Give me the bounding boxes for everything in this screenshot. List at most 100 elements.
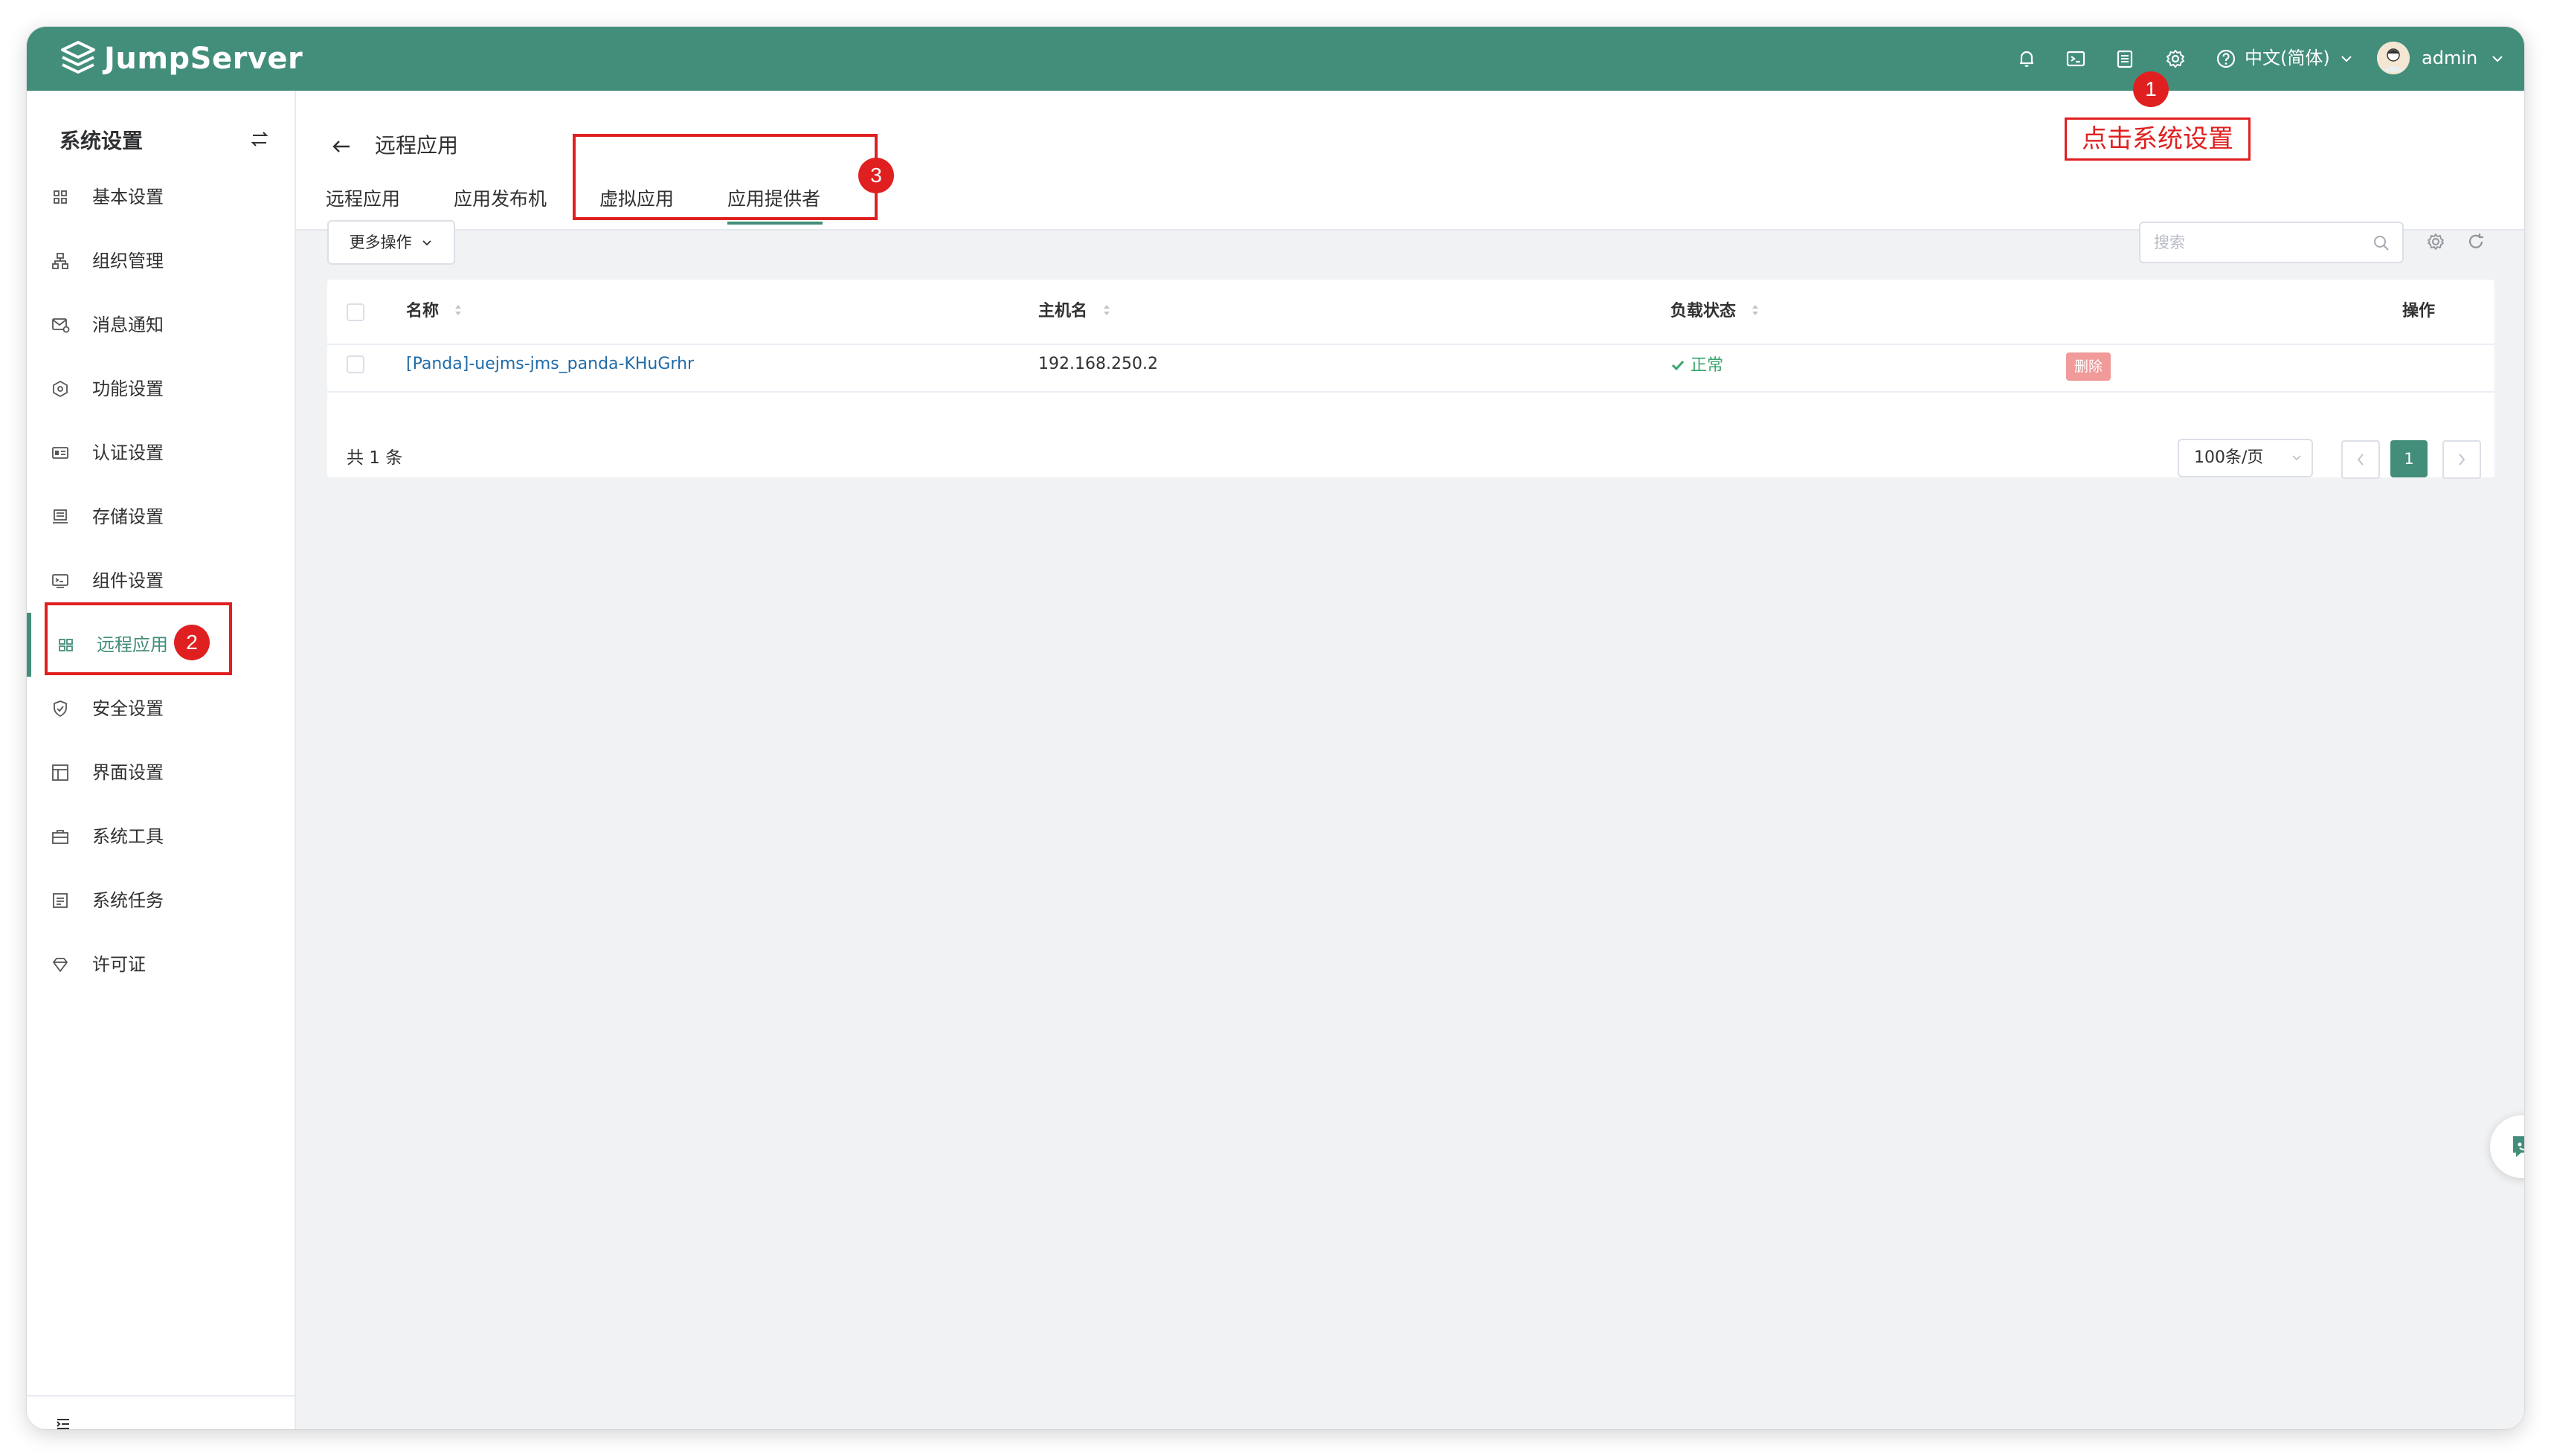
help-icon[interactable] [2212, 45, 2240, 73]
chevron-down-icon [422, 240, 431, 246]
sidebar-item-messages[interactable]: 消息通知 [27, 293, 295, 357]
search-placeholder: 搜索 [2154, 233, 2185, 251]
tab-remote-apps[interactable]: 远程应用 [326, 184, 400, 214]
brand-name[interactable]: JumpServer [104, 40, 303, 77]
message-icon [52, 318, 70, 333]
page-size-value: 100条/页 [2194, 448, 2264, 467]
sidebar-title: 系统设置 [59, 129, 144, 153]
sidebar-item-label: 许可证 [92, 954, 146, 975]
column-header-label: 主机名 [1038, 302, 1088, 320]
refresh-icon[interactable] [2465, 231, 2487, 253]
language-selector[interactable]: 中文(简体) [2245, 43, 2353, 73]
sort-icon[interactable] [1751, 303, 1760, 318]
data-table: 名称 主机名 负载状态 操作 [327, 280, 2494, 477]
chevron-down-icon [2292, 455, 2301, 461]
tab-app-publisher[interactable]: 应用发布机 [454, 184, 547, 214]
sidebar: 系统设置 基本设置 组织管理 消息通知 功能设置 认证设置 存储设置 组件设置 … [27, 91, 296, 1429]
sidebar-item-auth[interactable]: 认证设置 [27, 421, 295, 485]
hostname-cell: 192.168.250.2 [1038, 355, 1158, 373]
column-header-actions: 操作 [2402, 302, 2436, 320]
storage-icon [53, 509, 68, 524]
toolbox-icon [52, 830, 68, 844]
sidebar-item-label: 系统任务 [92, 890, 164, 911]
search-icon[interactable] [2373, 234, 2390, 252]
bell-icon[interactable] [2013, 45, 2041, 73]
sidebar-item-label: 安全设置 [92, 698, 164, 719]
sidebar-item-org[interactable]: 组织管理 [27, 229, 295, 293]
prev-page-button[interactable] [2341, 440, 2380, 479]
sidebar-item-label: 消息通知 [92, 315, 164, 335]
sidebar-item-tasks[interactable]: 系统任务 [27, 869, 295, 932]
column-header-load-status[interactable]: 负载状态 [1670, 280, 1760, 344]
sidebar-item-interface[interactable]: 界面设置 [27, 741, 295, 805]
collapse-menu-icon[interactable] [54, 1414, 73, 1429]
more-actions-button[interactable]: 更多操作 [327, 220, 455, 265]
sidebar-item-label: 界面设置 [92, 762, 164, 783]
sidebar-item-label: 存储设置 [92, 506, 164, 527]
avatar[interactable] [2377, 42, 2410, 74]
sidebar-item-label: 系统工具 [92, 826, 164, 847]
sort-icon[interactable] [454, 303, 463, 318]
page-title: 远程应用 [375, 133, 459, 158]
active-indicator [27, 613, 31, 677]
sidebar-item-security[interactable]: 安全设置 [27, 677, 295, 741]
sidebar-item-label: 组织管理 [92, 251, 164, 271]
username: admin [2422, 48, 2478, 68]
sidebar-item-tools[interactable]: 系统工具 [27, 805, 295, 869]
org-icon [52, 253, 68, 269]
document-icon[interactable] [2111, 45, 2139, 73]
chevron-left-icon [2357, 454, 2364, 466]
shield-icon [54, 700, 67, 718]
chevron-down-icon [2492, 56, 2503, 62]
active-tab-indicator [727, 222, 823, 225]
status-badge: 正常 [1670, 352, 1723, 379]
annotation-box-tabs [573, 134, 878, 220]
column-header-name[interactable]: 名称 [406, 280, 463, 344]
total-count: 共 1 条 [347, 448, 403, 468]
check-icon [1671, 360, 1685, 371]
more-actions-label: 更多操作 [349, 233, 412, 251]
task-icon [53, 893, 68, 908]
sidebar-item-features[interactable]: 功能设置 [27, 357, 295, 421]
chat-icon [2513, 1136, 2524, 1157]
search-input[interactable]: 搜索 [2139, 222, 2404, 263]
app-window: JumpServer 中文(简体) admin 系统设置 基本设置 组织管理 消… [27, 27, 2524, 1429]
page-size-select[interactable]: 100条/页 [2178, 439, 2313, 477]
id-card-icon [52, 447, 68, 459]
sidebar-divider [27, 1395, 295, 1397]
jumpserver-logo-icon[interactable] [58, 39, 98, 78]
sidebar-item-basic[interactable]: 基本设置 [27, 165, 295, 229]
annotation-callout: 点击系统设置 [2065, 117, 2251, 161]
next-page-button[interactable] [2442, 440, 2481, 479]
row-checkbox[interactable] [347, 355, 364, 373]
step-badge-2: 2 [174, 625, 210, 660]
delete-button[interactable]: 删除 [2066, 352, 2111, 381]
sort-icon[interactable] [1102, 303, 1111, 318]
column-header-label: 名称 [406, 302, 440, 320]
column-header-label: 负载状态 [1670, 302, 1737, 320]
provider-name-link[interactable]: [Panda]-uejms-jms_panda-KHuGrhr [406, 351, 694, 378]
language-label: 中文(简体) [2245, 48, 2330, 68]
current-page-button[interactable]: 1 [2390, 440, 2428, 477]
sidebar-item-label: 基本设置 [92, 187, 164, 207]
chat-assistant-button[interactable] [2490, 1115, 2524, 1178]
sidebar-item-storage[interactable]: 存储设置 [27, 485, 295, 549]
switch-icon[interactable] [247, 126, 272, 152]
terminal-icon[interactable] [2062, 45, 2090, 73]
select-all-checkbox[interactable] [347, 303, 364, 321]
back-arrow-icon[interactable] [329, 134, 354, 159]
row-divider [327, 391, 2494, 393]
grid-icon [54, 190, 67, 204]
chevron-down-icon [2341, 56, 2352, 62]
chevron-right-icon [2459, 454, 2465, 466]
settings-icon[interactable] [2425, 231, 2447, 253]
header-divider [327, 344, 2494, 345]
column-header-hostname[interactable]: 主机名 [1038, 280, 1111, 344]
sidebar-item-license[interactable]: 许可证 [27, 932, 295, 996]
sidebar-item-label: 功能设置 [92, 379, 164, 399]
gear-icon[interactable] [2161, 45, 2190, 73]
user-menu[interactable]: admin [2422, 43, 2504, 73]
step-badge-3: 3 [858, 158, 894, 193]
sidebar-item-label: 组件设置 [92, 570, 164, 591]
layout-icon [52, 764, 68, 781]
